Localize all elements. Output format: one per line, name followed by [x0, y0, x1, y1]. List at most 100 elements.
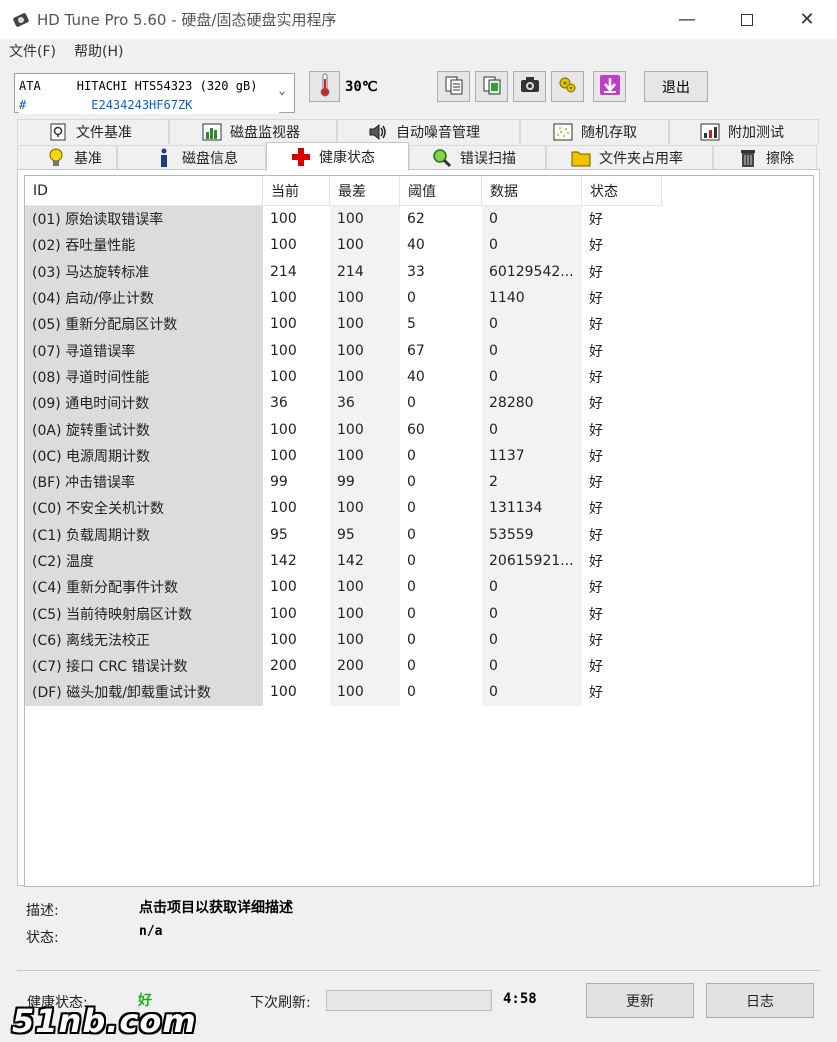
tab-noise-management[interactable]: 自动噪音管理 — [337, 119, 520, 144]
table-row[interactable]: (C4) 重新分配事件计数 100 100 0 0 好 — [25, 574, 813, 601]
tab-random-access-label: 随机存取 — [581, 125, 637, 141]
hdtune-app-icon — [11, 10, 31, 30]
attr-data-cell: 131134 — [482, 495, 582, 522]
attr-data-cell: 0 — [482, 679, 582, 706]
copy-text-button[interactable] — [437, 71, 470, 102]
table-row[interactable]: (0C) 电源周期计数 100 100 0 1137 好 — [25, 442, 813, 469]
drive-model: ATA HITACHI HTS54323 (320 gB) — [19, 79, 258, 93]
table-row[interactable]: (C1) 负载周期计数 95 95 0 53559 好 — [25, 521, 813, 548]
tab-extra-tests[interactable]: 附加测试 — [669, 119, 819, 144]
copy-info-button[interactable] — [475, 71, 508, 102]
tab-disk-monitor[interactable]: 磁盘监视器 — [169, 119, 337, 144]
table-row[interactable]: (DF) 磁头加载/卸载重试计数 100 100 0 0 好 — [25, 679, 813, 706]
log-button[interactable]: 日志 — [706, 983, 814, 1018]
col-header-worst[interactable]: 最差 — [330, 176, 400, 206]
attr-worst-cell: 36 — [330, 390, 400, 417]
tab-disk-info-label: 磁盘信息 — [182, 151, 238, 167]
attr-id-cell: (03) 马达旋转标准 — [25, 258, 263, 285]
table-row[interactable]: (C6) 离线无法校正 100 100 0 0 好 — [25, 626, 813, 654]
exit-button[interactable]: 退出 — [644, 71, 708, 102]
table-row[interactable]: (03) 马达旋转标准 214 214 33 60129542... 好 — [25, 258, 813, 285]
attr-id-cell: (C6) 离线无法校正 — [25, 626, 263, 654]
table-row[interactable]: (C5) 当前待映射扇区计数 100 100 0 0 好 — [25, 600, 813, 627]
col-header-id[interactable]: ID — [25, 176, 263, 206]
attr-id-cell: (01) 原始读取错误率 — [25, 206, 263, 233]
attr-worst-cell: 100 — [330, 442, 400, 469]
menu-file[interactable]: 文件(F) — [0, 41, 65, 61]
tab-file-benchmark[interactable]: 文件基准 — [17, 119, 169, 144]
options-icon — [557, 75, 579, 99]
table-row[interactable]: (C0) 不安全关机计数 100 100 0 131134 好 — [25, 495, 813, 522]
smart-table[interactable]: ID 当前 最差 阈值 数据 状态 (01) 原始读取错误率 100 100 62 0 好… — [24, 175, 814, 887]
col-header-status[interactable]: 状态 — [582, 176, 662, 206]
menu-bar: 文件(F) 帮助(H) — [0, 39, 837, 63]
attr-data-cell: 28280 — [482, 390, 582, 417]
col-header-threshold[interactable]: 阈值 — [400, 176, 482, 206]
attr-threshold-cell: 0 — [400, 600, 482, 627]
minimize-icon: — — [678, 9, 696, 30]
tab-random-access[interactable]: 随机存取 — [520, 119, 669, 144]
chevron-down-icon: ⌄ — [278, 83, 286, 97]
info-icon — [154, 148, 174, 168]
screenshot-button[interactable] — [513, 71, 546, 102]
attr-threshold-cell: 62 — [400, 206, 482, 233]
attr-current-cell: 100 — [263, 337, 330, 364]
tab-benchmark[interactable]: 基准 — [17, 145, 117, 170]
tab-disk-info[interactable]: 磁盘信息 — [117, 145, 266, 170]
attr-current-cell: 100 — [263, 311, 330, 338]
menu-help[interactable]: 帮助(H) — [65, 41, 132, 61]
close-button[interactable]: ✕ — [777, 0, 837, 39]
attr-data-cell: 53559 — [482, 521, 582, 548]
minimize-button[interactable]: — — [657, 0, 717, 39]
attr-id-cell: (0A) 旋转重试计数 — [25, 416, 263, 443]
tab-error-scan[interactable]: 错误扫描 — [409, 145, 546, 170]
attr-worst-cell: 100 — [330, 600, 400, 627]
attr-status-cell: 好 — [582, 311, 662, 338]
options-button[interactable] — [551, 71, 584, 102]
table-row[interactable]: (04) 启动/停止计数 100 100 0 1140 好 — [25, 284, 813, 312]
table-row[interactable]: (02) 吞吐量性能 100 100 40 0 好 — [25, 232, 813, 259]
attr-worst-cell: 99 — [330, 468, 400, 496]
table-row[interactable]: (09) 通电时间计数 36 36 0 28280 好 — [25, 390, 813, 417]
temperature-button[interactable] — [309, 71, 340, 102]
attr-current-cell: 100 — [263, 574, 330, 601]
tab-file-benchmark-label: 文件基准 — [76, 125, 132, 141]
attr-status-cell: 好 — [582, 547, 662, 575]
trash-icon — [738, 148, 758, 168]
watermark-logo: 51nb.com — [12, 1002, 197, 1040]
attr-status-cell: 好 — [582, 416, 662, 443]
table-row[interactable]: (08) 寻道时间性能 100 100 40 0 好 — [25, 363, 813, 391]
col-header-current[interactable]: 当前 — [263, 176, 330, 206]
tab-folder-usage[interactable]: 文件夹占用率 — [546, 145, 713, 170]
drive-select[interactable]: ATA HITACHI HTS54323 (320 gB) # E2434243… — [14, 73, 295, 114]
attr-status-cell: 好 — [582, 206, 662, 233]
update-button[interactable]: 更新 — [586, 983, 694, 1018]
save-button[interactable] — [593, 71, 626, 102]
table-row[interactable]: (C7) 接口 CRC 错误计数 200 200 0 0 好 — [25, 653, 813, 680]
tab-erase[interactable]: 擦除 — [713, 145, 817, 170]
description-area: 描述: 点击项目以获取详细描述 状态: n/a — [17, 886, 820, 972]
attr-worst-cell: 100 — [330, 311, 400, 338]
attr-data-cell: 0 — [482, 626, 582, 654]
table-row[interactable]: (BF) 冲击错误率 99 99 0 2 好 — [25, 468, 813, 496]
copy-info-icon — [482, 75, 502, 99]
attr-worst-cell: 100 — [330, 337, 400, 364]
maximize-button[interactable] — [717, 0, 777, 39]
table-row[interactable]: (C2) 温度 142 142 0 20615921... 好 — [25, 547, 813, 575]
attr-data-cell: 20615921... — [482, 547, 582, 575]
tab-health[interactable]: 健康状态 — [266, 142, 409, 171]
table-row[interactable]: (01) 原始读取错误率 100 100 62 0 好 — [25, 206, 813, 233]
tab-extra-tests-label: 附加测试 — [728, 125, 784, 141]
attr-current-cell: 100 — [263, 600, 330, 627]
col-header-data[interactable]: 数据 — [482, 176, 582, 206]
attr-current-cell: 100 — [263, 626, 330, 654]
table-row[interactable]: (05) 重新分配扇区计数 100 100 5 0 好 — [25, 311, 813, 338]
table-row[interactable]: (0A) 旋转重试计数 100 100 60 0 好 — [25, 416, 813, 443]
attr-id-cell: (07) 寻道错误率 — [25, 337, 263, 364]
attr-current-cell: 100 — [263, 679, 330, 706]
next-refresh-label: 下次刷新: — [250, 995, 311, 1011]
table-row[interactable]: (07) 寻道错误率 100 100 67 0 好 — [25, 337, 813, 364]
window-title: HD Tune Pro 5.60 - 硬盘/固态硬盘实用程序 — [37, 11, 337, 29]
tab-noise-management-label: 自动噪音管理 — [396, 125, 480, 141]
attr-current-cell: 99 — [263, 468, 330, 496]
